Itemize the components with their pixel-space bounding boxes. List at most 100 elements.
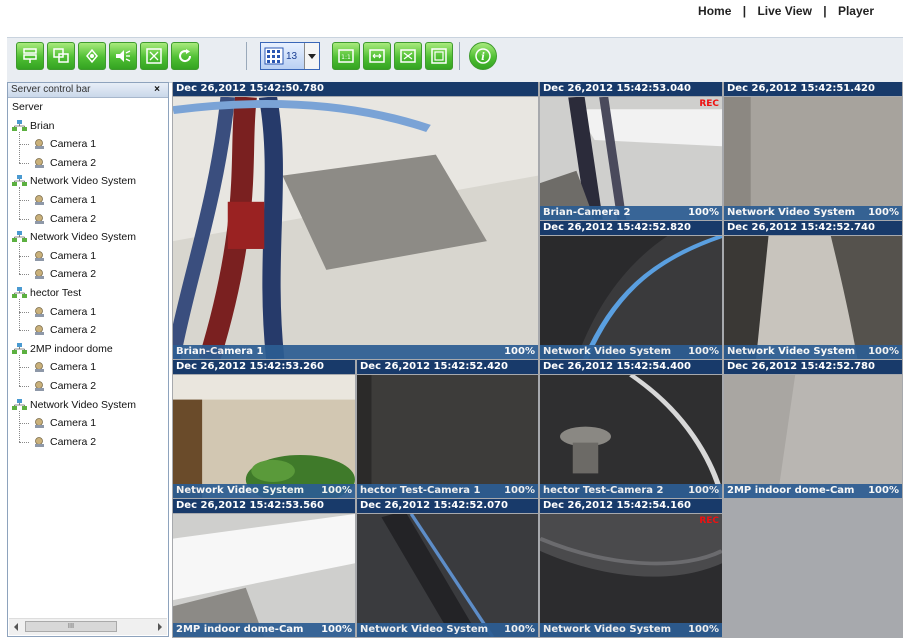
tree-connector (19, 354, 20, 386)
full-screen-icon (400, 49, 416, 63)
zoom-percent: 100% (688, 624, 719, 635)
chevron-down-icon[interactable] (304, 43, 319, 69)
tile-caption: Network Video System 100% (724, 206, 902, 220)
tree-server-node[interactable]: Network Video System (12, 173, 136, 189)
server-icon (12, 342, 27, 354)
video-feed[interactable] (173, 97, 538, 359)
audio-button[interactable] (109, 42, 137, 70)
snapshot-button[interactable] (140, 42, 168, 70)
camera-icon (35, 157, 44, 168)
tree-camera-node[interactable]: Camera 2 (32, 378, 96, 394)
camera-name: Camera 2 (50, 380, 97, 392)
tree-root-server[interactable]: Server (12, 99, 43, 115)
camera-label: 2MP indoor dome-Cam (176, 624, 304, 635)
scroll-thumb[interactable]: III (25, 621, 117, 632)
camera-tile[interactable]: Dec 26,2012 15:42:50.780 Brian-Camera 1 10… (173, 82, 538, 359)
camera-name: Camera 1 (50, 361, 97, 374)
tree-camera-node[interactable]: Camera 2 (32, 322, 96, 338)
toolbar: 13 1:1 i (7, 37, 903, 83)
tree-camera-node[interactable]: Camera 1 (32, 248, 96, 264)
server-list-icon (23, 48, 37, 63)
tree-camera-node[interactable]: Camera 1 (32, 304, 96, 320)
video-feed[interactable] (173, 375, 355, 498)
video-feed[interactable] (540, 514, 722, 637)
zoom-percent: 100% (688, 346, 719, 357)
camera-tile[interactable]: Dec 26,2012 15:42:53.040 REC Brian-Camera … (540, 82, 722, 220)
camera-name: Camera 1 (50, 305, 97, 318)
fit-width-button[interactable] (363, 42, 391, 70)
tree-camera-node[interactable]: Camera 1 (32, 136, 96, 152)
tree-server-node[interactable]: 2MP indoor dome (12, 341, 113, 357)
camera-tile[interactable]: Dec 26,2012 15:42:53.560 2MP indoor dome-… (173, 499, 355, 637)
tree-connector (19, 131, 20, 163)
camera-tile[interactable]: Dec 26,2012 15:42:52.740 Network Video Sy… (724, 221, 902, 359)
tile-caption: Network Video System 100% (540, 345, 722, 359)
video-feed[interactable] (357, 375, 538, 498)
tile-timestamp: Dec 26,2012 15:42:53.560 (173, 499, 355, 513)
camera-icon (35, 325, 44, 336)
tree-camera-node[interactable]: Camera 1 (32, 415, 96, 431)
camera-tile[interactable]: Dec 26,2012 15:42:52.780 2MP indoor dome-… (724, 360, 902, 498)
video-feed[interactable] (540, 236, 722, 359)
camera-label: Network Video System (727, 207, 856, 218)
tree-connector (19, 274, 29, 276)
full-screen-button[interactable] (394, 42, 422, 70)
camera-tile[interactable]: Dec 26,2012 15:42:54.400 hector Test-Came… (540, 360, 722, 498)
camera-label: Network Video System (727, 346, 856, 357)
tree-connector (19, 386, 29, 387)
close-icon[interactable]: × (154, 83, 160, 97)
layout-button[interactable] (47, 42, 75, 70)
nav-player-link[interactable]: Player (838, 4, 874, 18)
camera-tile[interactable]: Dec 26,2012 15:42:52.820 Network Video Sy… (540, 221, 722, 359)
tree-connector (19, 200, 29, 201)
video-feed[interactable] (540, 375, 722, 498)
camera-tile[interactable]: Dec 26,2012 15:42:52.070 Network Video Sy… (357, 499, 538, 637)
video-feed[interactable] (173, 514, 355, 637)
toolbar-divider (246, 42, 247, 70)
tree-server-node[interactable]: hector Test (12, 285, 81, 301)
server-name: hector Test (30, 287, 82, 299)
server-name: Network Video System (30, 231, 137, 244)
camera-tile[interactable]: Dec 26,2012 15:42:53.260 Network Video Sy… (173, 360, 355, 498)
tree-camera-node[interactable]: Camera 2 (32, 211, 96, 227)
scroll-left-icon[interactable] (14, 623, 18, 631)
tile-caption: 2MP indoor dome-Cam 100% (173, 623, 355, 637)
nav-home-link[interactable]: Home (698, 4, 731, 18)
refresh-button[interactable] (171, 42, 199, 70)
video-feed[interactable] (357, 514, 538, 637)
tree-server-node[interactable]: Network Video System (12, 229, 136, 245)
server-icon (12, 175, 27, 187)
toolbar-divider (459, 42, 460, 70)
camera-tile[interactable]: Dec 26,2012 15:42:52.420 hector Test-Came… (357, 360, 538, 498)
camera-tile[interactable]: Dec 26,2012 15:42:54.160 REC Network Video… (540, 499, 722, 637)
grid-layout-selector[interactable]: 13 (260, 42, 320, 70)
server-name: Network Video System (30, 175, 137, 188)
tree-server-node[interactable]: Network Video System (12, 397, 136, 413)
tree-camera-node[interactable]: Camera 2 (32, 434, 96, 450)
scroll-right-icon[interactable] (158, 623, 162, 631)
video-feed[interactable] (724, 375, 902, 498)
fit-window-button[interactable] (425, 42, 453, 70)
settings-button[interactable] (78, 42, 106, 70)
server-list-button[interactable] (16, 42, 44, 70)
tree-camera-node[interactable]: Camera 1 (32, 359, 96, 375)
horizontal-scrollbar[interactable]: III (9, 618, 167, 635)
zoom-percent: 100% (504, 346, 535, 357)
tree-connector (19, 218, 29, 220)
grid-layout-icon (264, 47, 284, 65)
camera-name: Camera 1 (50, 417, 97, 430)
tree-connector (19, 299, 20, 331)
empty-tile[interactable] (724, 499, 903, 638)
tree-camera-node[interactable]: Camera 1 (32, 192, 96, 208)
server-control-bar: Server control bar × Server Brian Camera 1… (7, 82, 169, 637)
video-feed[interactable] (540, 97, 722, 220)
original-size-button[interactable]: 1:1 (332, 42, 360, 70)
info-button[interactable]: i (469, 42, 497, 70)
tree-camera-node[interactable]: Camera 2 (32, 266, 96, 282)
video-feed[interactable] (724, 97, 902, 220)
tree-camera-node[interactable]: Camera 2 (32, 155, 96, 171)
camera-tile[interactable]: Dec 26,2012 15:42:51.420 Network Video Sy… (724, 82, 902, 220)
nav-live-view-link[interactable]: Live View (757, 4, 811, 18)
recording-badge: REC (699, 99, 719, 109)
video-feed[interactable] (724, 236, 902, 359)
